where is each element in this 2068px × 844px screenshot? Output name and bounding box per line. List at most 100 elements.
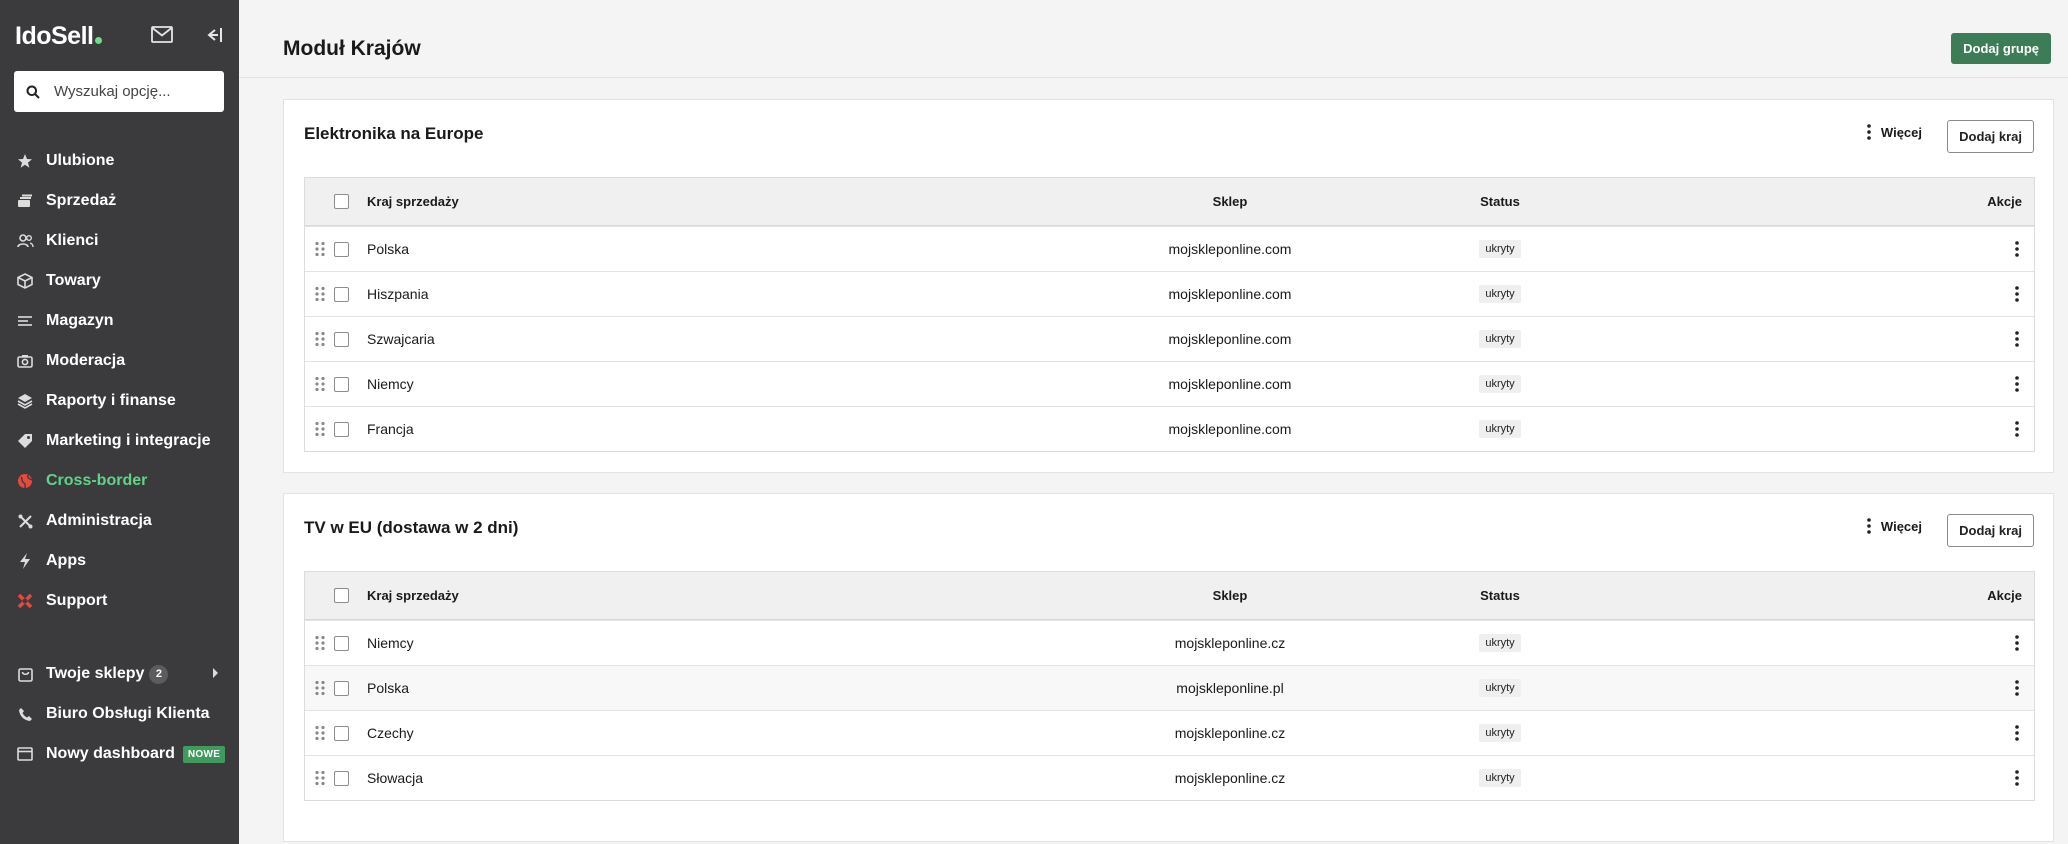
sidebar-item-support[interactable]: Support — [0, 581, 239, 621]
table-row: Polska mojskleponline.com ukryty — [305, 226, 2034, 271]
sidebar-item-administracja[interactable]: Administracja — [0, 501, 239, 541]
row-checkbox[interactable] — [334, 635, 349, 651]
more-menu[interactable]: Więcej — [1867, 124, 1922, 140]
drag-handle-icon[interactable] — [314, 286, 326, 302]
drag-handle-icon[interactable] — [314, 770, 326, 786]
tag-icon — [16, 432, 34, 450]
column-header-status[interactable]: Status — [1460, 194, 1540, 209]
drag-handle-icon[interactable] — [314, 331, 326, 347]
status-badge: ukryty — [1479, 240, 1521, 258]
table-row: Czechy mojskleponline.cz ukryty — [305, 710, 2034, 755]
column-header-status[interactable]: Status — [1460, 588, 1540, 603]
sidebar-item-ulubione[interactable]: Ulubione — [0, 141, 239, 181]
status-badge: ukryty — [1479, 679, 1521, 697]
add-country-button[interactable]: Dodaj kraj — [1947, 120, 2034, 153]
collapse-sidebar-icon[interactable] — [205, 22, 231, 48]
sidebar-item-label: Administracja — [46, 512, 152, 529]
sidebar-item-label: Klienci — [46, 232, 99, 249]
sidebar-item-label: Towary — [46, 272, 101, 289]
select-all-checkbox[interactable] — [334, 588, 349, 603]
drag-handle-icon[interactable] — [314, 241, 326, 257]
sidebar-bottom-nav: Twoje sklepy 2 Biuro Obsługi Klienta Now… — [0, 654, 239, 774]
row-actions-button[interactable] — [2012, 374, 2022, 394]
country-name: Polska — [367, 680, 410, 696]
sidebar-item-towary[interactable]: Towary — [0, 261, 239, 301]
sidebar-item-magazyn[interactable]: Magazyn — [0, 301, 239, 341]
country-name: Francja — [367, 421, 414, 437]
add-country-button[interactable]: Dodaj kraj — [1947, 514, 2034, 547]
table-row: Hiszpania mojskleponline.com ukryty — [305, 271, 2034, 316]
table-row: Słowacja mojskleponline.cz ukryty — [305, 755, 2034, 800]
column-header-kraj[interactable]: Kraj sprzedaży — [367, 588, 459, 603]
row-checkbox[interactable] — [334, 376, 349, 392]
drag-handle-icon[interactable] — [314, 635, 326, 651]
sidebar-item-raporty[interactable]: Raporty i finanse — [0, 381, 239, 421]
row-actions-button[interactable] — [2012, 419, 2022, 439]
idosell-logo[interactable]: IdoSell — [15, 22, 103, 51]
drag-handle-icon[interactable] — [314, 680, 326, 696]
row-actions-button[interactable] — [2012, 633, 2022, 653]
sidebar-item-moderacja[interactable]: Moderacja — [0, 341, 239, 381]
group-title: Elektronika na Europe — [304, 124, 484, 143]
row-actions-button[interactable] — [2012, 723, 2022, 743]
drag-handle-icon[interactable] — [314, 376, 326, 392]
search-input[interactable] — [54, 83, 214, 100]
row-checkbox[interactable] — [334, 680, 349, 696]
group-card: Elektronika na Europe Więcej Dodaj kraj … — [283, 99, 2054, 473]
users-icon — [16, 232, 34, 250]
sidebar-item-apps[interactable]: Apps — [0, 541, 239, 581]
sidebar-item-biuro-obslugi[interactable]: Biuro Obsługi Klienta — [0, 694, 239, 734]
kebab-icon — [2015, 680, 2019, 696]
mail-icon[interactable] — [151, 22, 177, 48]
country-name: Szwajcaria — [367, 331, 435, 347]
row-checkbox[interactable] — [334, 331, 349, 347]
row-checkbox[interactable] — [334, 421, 349, 437]
status-badge: ukryty — [1479, 330, 1521, 348]
shop-domain: mojskleponline.com — [1168, 241, 1292, 257]
country-name: Niemcy — [367, 376, 414, 392]
drag-handle-icon[interactable] — [314, 421, 326, 437]
sidebar-item-label: Raporty i finanse — [46, 392, 176, 409]
sidebar-item-klienci[interactable]: Klienci — [0, 221, 239, 261]
shop-domain: mojskleponline.cz — [1174, 635, 1286, 651]
kebab-icon — [2015, 241, 2019, 257]
sidebar-item-nowy-dashboard[interactable]: Nowy dashboard NOWE — [0, 734, 239, 774]
table-header: Kraj sprzedaży Sklep Status Akcje — [305, 178, 2034, 226]
cash-icon — [16, 192, 34, 210]
row-actions-button[interactable] — [2012, 678, 2022, 698]
row-checkbox[interactable] — [334, 286, 349, 302]
sidebar-item-sprzedaz[interactable]: Sprzedaż — [0, 181, 239, 221]
sidebar-item-cross-border[interactable]: Cross-border — [0, 461, 239, 501]
group-card: TV w EU (dostawa w 2 dni) Więcej Dodaj k… — [283, 493, 2054, 842]
sidebar-item-label: Apps — [46, 552, 86, 569]
row-actions-button[interactable] — [2012, 284, 2022, 304]
row-checkbox[interactable] — [334, 770, 349, 786]
countries-table: Kraj sprzedaży Sklep Status Akcje Niemcy… — [304, 571, 2035, 801]
country-name: Polska — [367, 241, 410, 257]
new-badge: NOWE — [182, 745, 226, 763]
drag-handle-icon[interactable] — [314, 725, 326, 741]
table-row: Szwajcaria mojskleponline.com ukryty — [305, 316, 2034, 361]
column-header-kraj[interactable]: Kraj sprzedaży — [367, 194, 459, 209]
row-actions-button[interactable] — [2012, 239, 2022, 259]
more-menu[interactable]: Więcej — [1867, 518, 1922, 534]
row-actions-button[interactable] — [2012, 768, 2022, 788]
kebab-icon — [2015, 725, 2019, 741]
select-all-checkbox[interactable] — [334, 194, 349, 209]
table-header: Kraj sprzedaży Sklep Status Akcje — [305, 572, 2034, 620]
column-header-sklep[interactable]: Sklep — [1130, 194, 1330, 209]
phone-icon — [16, 705, 34, 723]
add-group-button[interactable]: Dodaj grupę — [1951, 33, 2051, 64]
column-header-sklep[interactable]: Sklep — [1130, 588, 1330, 603]
sidebar-item-twoje-sklepy[interactable]: Twoje sklepy 2 — [0, 654, 239, 694]
sidebar-item-marketing[interactable]: Marketing i integracje — [0, 421, 239, 461]
row-checkbox[interactable] — [334, 725, 349, 741]
status-badge: ukryty — [1479, 769, 1521, 787]
kebab-icon — [2015, 331, 2019, 347]
row-checkbox[interactable] — [334, 241, 349, 257]
countries-table: Kraj sprzedaży Sklep Status Akcje Polska… — [304, 177, 2035, 452]
country-name: Hiszpania — [367, 286, 429, 302]
row-actions-button[interactable] — [2012, 329, 2022, 349]
sidebar-item-label: Twoje sklepy — [46, 665, 145, 682]
sidebar-item-label: Sprzedaż — [46, 192, 117, 209]
